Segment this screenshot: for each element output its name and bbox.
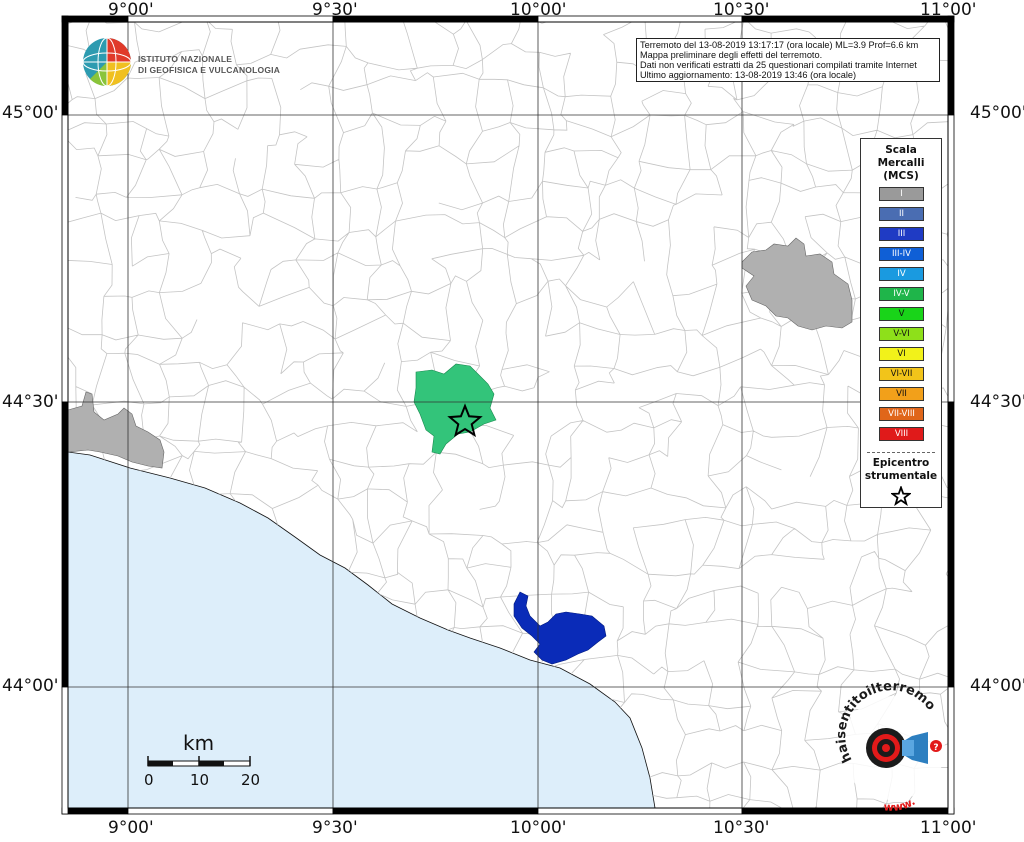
frame-segment (741, 807, 955, 815)
intensity-map: ? haisentitoilterremoto.it www. 9°00' 9°… (0, 0, 1024, 838)
legend-item-viii: VIII (879, 427, 924, 441)
lon-label-top-1: 9°00' (108, 0, 154, 20)
legend-epicenter-line1: Epicentro (872, 457, 930, 469)
mcs-legend: Scala Mercalli (MCS) I II III III-IV IV IV-V V… (860, 138, 942, 508)
frame-segment (61, 401, 69, 688)
legend-epicenter: Epicentro strumentale (861, 457, 941, 510)
scale-tick-0: 0 (144, 771, 154, 789)
legend-title-line3: (MCS) (883, 170, 919, 182)
legend-item-iii: III (879, 227, 924, 241)
frame-segment (127, 807, 334, 815)
lat-label-left-1: 45°00' (2, 103, 59, 123)
ingv-logo-text: ISTITUTO NAZIONALE DI GEOFISICA E VULCAN… (138, 54, 280, 76)
lon-label-bottom-2: 9°30' (312, 818, 358, 838)
svg-text:?: ? (933, 743, 938, 753)
lon-label-bottom-1: 9°00' (108, 818, 154, 838)
frame-segment (947, 114, 955, 403)
lat-label-right-3: 44°00' (970, 676, 1024, 696)
legend-separator (867, 452, 935, 453)
event-info-line2: Mappa preliminare degli effetti del terr… (640, 50, 823, 60)
lon-label-top-3: 10°00' (510, 0, 567, 20)
frame-segment (947, 15, 955, 116)
legend-title-line2: Mercalli (877, 157, 925, 169)
frame-segment (332, 807, 539, 815)
frame-segment (61, 807, 129, 815)
legend-star-icon (889, 484, 913, 507)
lon-label-top-5: 11°00' (920, 0, 977, 20)
frame-segment (61, 686, 69, 815)
lon-label-top-4: 10°30' (713, 0, 770, 20)
legend-title: Scala Mercalli (MCS) (861, 144, 941, 183)
lat-label-right-2: 44°30' (970, 392, 1024, 412)
lat-label-left-3: 44°00' (2, 676, 59, 696)
legend-item-vii: VII (879, 387, 924, 401)
event-info-line3: Dati non verificati estratti da 25 quest… (640, 60, 917, 70)
lon-label-top-2: 9°30' (312, 0, 358, 20)
event-info-box: Terremoto del 13-08-2019 13:17:17 (ora l… (636, 38, 940, 82)
legend-item-v-vi: V-VI (879, 327, 924, 341)
ingv-logo-line1: ISTITUTO NAZIONALE (138, 54, 233, 64)
event-info-line1: Terremoto del 13-08-2019 13:17:17 (ora l… (640, 40, 919, 50)
legend-item-vii-viii: VII-VIII (879, 407, 924, 421)
legend-item-v: V (879, 307, 924, 321)
lat-label-left-2: 44°30' (2, 392, 59, 412)
legend-item-vi: VI (879, 347, 924, 361)
lon-label-bottom-5: 11°00' (920, 818, 977, 838)
ingv-logo-line2: DI GEOFISICA E VULCANOLOGIA (138, 65, 281, 75)
frame-segment (947, 401, 955, 688)
legend-item-iv: IV (879, 267, 924, 281)
scale-tick-20: 20 (241, 771, 261, 789)
legend-epicenter-line2: strumentale (864, 470, 938, 482)
lon-label-bottom-3: 10°00' (510, 818, 567, 838)
frame-segment (947, 686, 955, 815)
legend-item-vi-vii: VI-VII (879, 367, 924, 381)
ingv-logo-icon (82, 37, 132, 87)
legend-item-i: I (879, 187, 924, 201)
lat-label-right-1: 45°00' (970, 103, 1024, 123)
legend-item-iii-iv: III-IV (879, 247, 924, 261)
event-info-line4: Ultimo aggiornamento: 13-08-2019 13:46 (… (640, 70, 857, 80)
frame-segment (61, 15, 69, 116)
frame-segment (332, 15, 539, 23)
scale-unit-label: km (183, 731, 215, 755)
legend-item-ii: II (879, 207, 924, 221)
legend-title-line1: Scala (885, 144, 917, 156)
legend-item-iv-v: IV-V (879, 287, 924, 301)
frame-segment (537, 807, 743, 815)
frame-segment (537, 15, 743, 23)
lon-label-bottom-4: 10°30' (713, 818, 770, 838)
scale-tick-10: 10 (190, 771, 210, 789)
frame-segment (61, 114, 69, 403)
frame-segment (127, 15, 334, 23)
